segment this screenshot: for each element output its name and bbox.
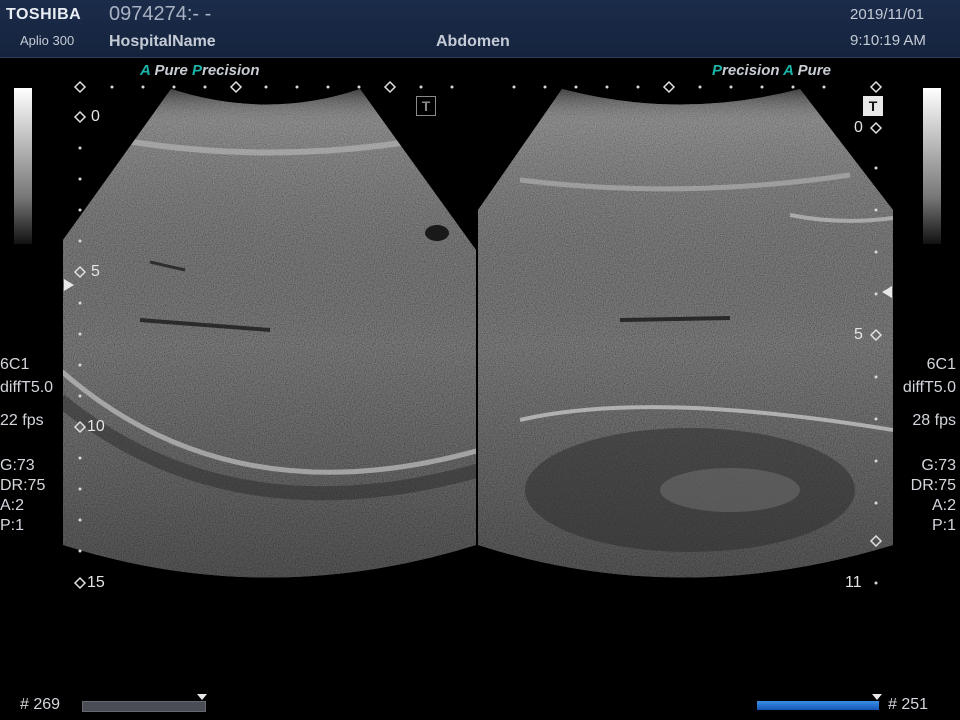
left-depth-5: 5 (91, 263, 100, 280)
right-depth-0: 0 (854, 119, 863, 136)
left-depth-10: 10 (87, 418, 105, 435)
left-depth-0: 0 (91, 108, 100, 125)
left-dynamic-range: DR:75 (0, 477, 46, 494)
ultrasound-images (63, 80, 893, 590)
left-gain: G:73 (0, 457, 35, 474)
left-focus-marker-icon[interactable] (64, 279, 74, 291)
left-t-icon[interactable]: T (416, 96, 436, 116)
left-cine-bar[interactable] (82, 701, 206, 712)
right-depth-5: 5 (854, 326, 863, 343)
left-fps: 22 fps (0, 412, 44, 429)
right-cine-bar[interactable] (757, 701, 879, 710)
right-a-param: A:2 (931, 497, 956, 514)
right-t-icon[interactable]: T (863, 96, 883, 116)
top-scale-dots (110, 85, 826, 89)
right-frame-count: # 251 (888, 696, 929, 713)
right-gain: G:73 (921, 457, 956, 474)
left-p-param: P:1 (0, 517, 25, 534)
right-ultrasound-image (478, 89, 893, 578)
right-probe: 6C1 (926, 356, 956, 373)
top-scale-diamonds (73, 80, 883, 94)
left-mode: diffT5.0 (0, 379, 54, 396)
left-ultrasound-image (63, 89, 476, 578)
right-depth-11: 11 (845, 574, 862, 591)
right-mode: diffT5.0 (902, 379, 956, 396)
left-cine-marker-icon[interactable] (197, 694, 207, 700)
right-dynamic-range: DR:75 (910, 477, 956, 494)
left-a-param: A:2 (0, 497, 25, 514)
right-fps: 28 fps (912, 412, 956, 429)
right-focus-marker-icon[interactable] (882, 286, 892, 298)
left-depth-15: 15 (87, 574, 105, 591)
left-probe: 6C1 (0, 356, 30, 373)
right-p-param: P:1 (931, 517, 956, 534)
left-frame-count: # 269 (20, 696, 61, 713)
right-cine-marker-icon[interactable] (872, 694, 882, 700)
